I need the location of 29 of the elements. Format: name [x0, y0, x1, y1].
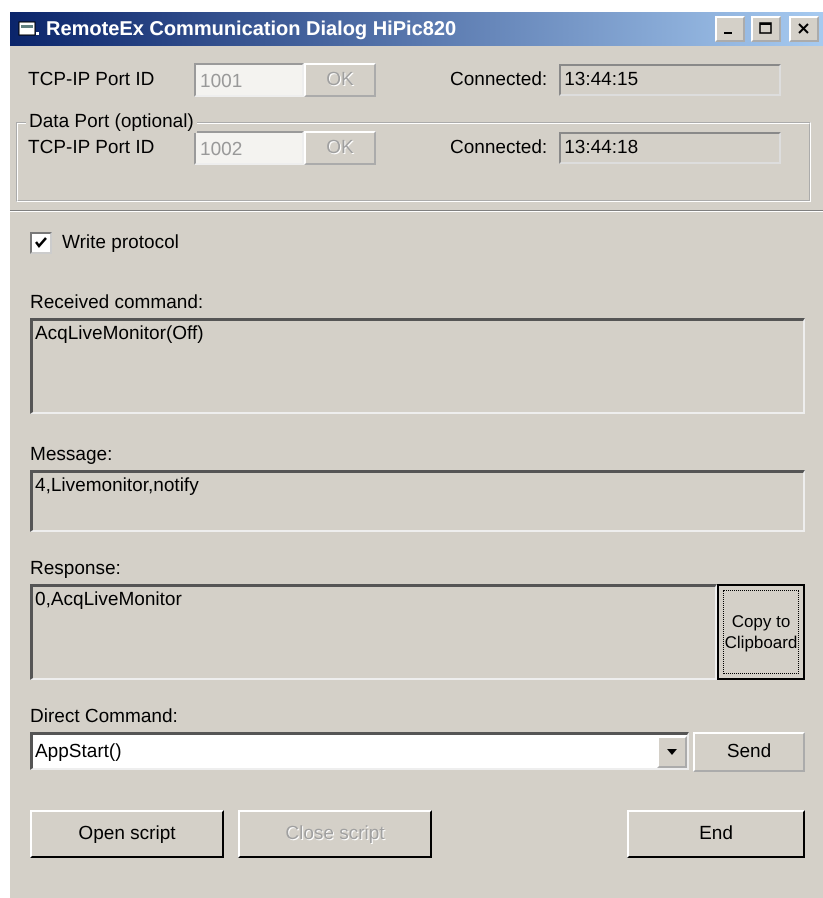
close-button[interactable]: [789, 16, 819, 42]
minimize-button[interactable]: [715, 16, 745, 42]
response-box: 0,AcqLiveMonitor: [30, 584, 717, 680]
window-app-icon: [18, 20, 40, 38]
copy-button[interactable]: Copy to Clipboard: [717, 584, 805, 680]
script-button[interactable]: End: [627, 810, 805, 858]
section-label: Received command:: [30, 292, 204, 314]
checkbox-label: Write protocol: [62, 232, 179, 254]
section-label: Response:: [30, 558, 122, 580]
maximize-icon: [758, 22, 774, 36]
checkmark-icon: [34, 236, 48, 250]
script-button[interactable]: Open script: [30, 810, 224, 858]
connected-label: Connected:: [450, 69, 548, 91]
section-label: Direct Command:: [30, 706, 179, 728]
minimize-icon: [724, 32, 732, 34]
section-label: Message:: [30, 444, 114, 466]
checkbox[interactable]: [30, 232, 52, 254]
connected-label: Connected:: [450, 137, 548, 159]
port-label: TCP-IP Port ID: [27, 137, 156, 159]
maximize-button[interactable]: [751, 16, 781, 42]
port-label: TCP-IP Port ID: [27, 69, 156, 91]
group-title: Data Port (optional): [26, 111, 197, 133]
received-command-box: AcqLiveMonitor(Off): [30, 318, 805, 414]
message-box: 4,Livemonitor,notify: [30, 470, 805, 532]
connected-time-field: 13:44:18: [559, 132, 782, 164]
connected-time-field: 13:44:15: [559, 64, 782, 96]
command-combo-box[interactable]: AppStart(): [30, 732, 689, 770]
send-button[interactable]: Send: [693, 732, 805, 772]
window-title: RemoteEx Communication Dialog HiPic820: [46, 18, 458, 40]
